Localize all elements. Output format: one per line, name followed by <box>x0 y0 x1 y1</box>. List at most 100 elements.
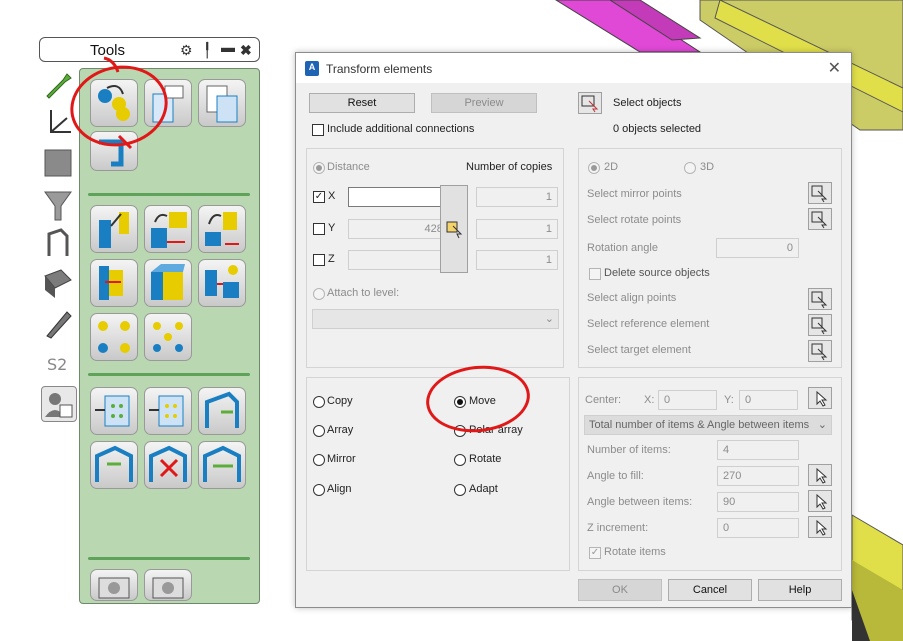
angle-between-field[interactable]: 90 <box>717 492 799 512</box>
help-button[interactable]: Help <box>758 579 842 601</box>
pin-icon[interactable]: ╿ <box>203 42 211 59</box>
grid-plate-2-tool-button[interactable] <box>144 387 192 435</box>
ok-button[interactable]: OK <box>578 579 662 601</box>
camera-tool-button[interactable] <box>90 569 138 601</box>
y-copies-field[interactable]: 1 <box>476 219 558 239</box>
column-beam-tool-button[interactable] <box>90 205 138 253</box>
copy-radio[interactable] <box>313 396 325 408</box>
2d-radio[interactable] <box>588 162 600 174</box>
pick-center-button[interactable] <box>808 387 832 409</box>
select-align-points-label: Select align points <box>587 292 677 304</box>
palette-separator <box>88 193 250 196</box>
select-reference-button[interactable] <box>808 314 832 336</box>
objects-selected-count: 0 objects selected <box>613 123 702 135</box>
align-move-tool-button[interactable] <box>198 259 246 307</box>
mirror-radio[interactable] <box>313 454 325 466</box>
x-copies-field[interactable]: 1 <box>476 187 558 207</box>
polar-method-value: Total number of items & Angle between it… <box>589 419 810 431</box>
select-mirror-points-button[interactable] <box>808 182 832 204</box>
select-rotate-points-label: Select rotate points <box>587 214 682 226</box>
z-label: Z <box>328 253 335 265</box>
rotate-items-label: Rotate items <box>604 546 666 558</box>
adapt-radio[interactable] <box>454 484 466 496</box>
attach-level-radio[interactable] <box>313 288 325 300</box>
dots-grid-tool-button[interactable] <box>90 313 138 361</box>
center-y-label: Y: <box>724 394 734 406</box>
polar-method-dropdown[interactable]: Total number of items & Angle between it… <box>584 415 832 435</box>
x-checkbox[interactable]: ✓ <box>313 191 325 203</box>
select-target-button[interactable] <box>808 340 832 362</box>
angle-fill-field[interactable]: 270 <box>717 466 799 486</box>
select-align-points-button[interactable] <box>808 288 832 310</box>
pick-distance-button[interactable] <box>440 185 468 273</box>
center-x-field[interactable]: 0 <box>658 390 717 410</box>
delete-source-checkbox[interactable] <box>589 268 601 280</box>
dialog-titlebar[interactable]: A Transform elements ✕ <box>296 53 851 83</box>
dots-pattern-tool-button[interactable] <box>144 313 192 361</box>
y-checkbox[interactable] <box>313 223 325 235</box>
2d-label: 2D <box>604 161 619 173</box>
funnel-icon[interactable] <box>41 188 75 222</box>
array-radio[interactable] <box>313 425 325 437</box>
copy-document-tool-button[interactable] <box>198 79 246 127</box>
number-items-label: Number of items: <box>587 444 671 456</box>
x-label: X <box>328 190 336 202</box>
3d-radio[interactable] <box>684 162 696 174</box>
reset-button[interactable]: Reset <box>309 93 415 113</box>
chevron-down-icon: ⌄ <box>817 419 827 431</box>
mirror-rotate-group: 2D 3D Select mirror points Select rotate… <box>578 148 842 368</box>
beam-icon[interactable] <box>41 266 75 300</box>
z-checkbox[interactable] <box>313 254 325 266</box>
pick-z-increment-button[interactable] <box>808 516 832 538</box>
camera-capture-tool-button[interactable] <box>144 569 192 601</box>
pick-angle-between-button[interactable] <box>808 490 832 512</box>
z-copies-field[interactable]: 1 <box>476 250 558 270</box>
attach-level-dropdown[interactable]: ⌄ <box>312 309 559 329</box>
preview-button[interactable]: Preview <box>431 93 537 113</box>
minimize-icon[interactable]: ▬ <box>221 39 235 55</box>
rotate-place-tool-button[interactable] <box>144 205 192 253</box>
frame-add-tool-button[interactable] <box>90 441 138 489</box>
delete-source-label: Delete source objects <box>604 267 710 279</box>
rotation-angle-field[interactable]: 0 <box>716 238 799 258</box>
align-radio[interactable] <box>313 484 325 496</box>
include-additional-checkbox[interactable] <box>312 124 324 136</box>
copy-label: Copy <box>327 395 353 407</box>
user-profile-icon[interactable] <box>41 386 77 422</box>
frame-merge-tool-button[interactable] <box>198 441 246 489</box>
grid-plate-tool-button[interactable] <box>90 387 138 435</box>
pick-angle-fill-button[interactable] <box>808 464 832 486</box>
app-logo-icon: A <box>305 61 319 76</box>
select-objects-button[interactable] <box>578 92 602 114</box>
y-label: Y <box>328 222 336 234</box>
s2-icon[interactable]: S2 <box>41 346 75 380</box>
box-section-tool-button[interactable] <box>144 259 192 307</box>
select-rotate-points-button[interactable] <box>808 208 832 230</box>
rotate-3d-tool-button[interactable] <box>198 205 246 253</box>
cancel-button[interactable]: Cancel <box>668 579 752 601</box>
center-label: Center: <box>585 394 622 406</box>
copies-header: Number of copies <box>466 161 553 173</box>
tools-palette-panel <box>79 68 260 604</box>
distance-radio[interactable] <box>313 162 325 174</box>
frame-connection-tool-button[interactable] <box>198 387 246 435</box>
adapt-label: Adapt <box>469 483 498 495</box>
block-icon[interactable] <box>41 146 75 180</box>
tools-palette-titlebar[interactable]: Tools ⚙ ╿ ▬ ✖ <box>39 37 260 62</box>
z-increment-field[interactable]: 0 <box>717 518 799 538</box>
wrench-icon[interactable] <box>41 68 75 102</box>
center-y-field[interactable]: 0 <box>739 390 798 410</box>
rotate-radio[interactable] <box>454 454 466 466</box>
distance-label: Distance <box>327 161 370 173</box>
close-icon[interactable]: ✕ <box>828 58 841 78</box>
pencil-icon[interactable] <box>41 306 75 340</box>
plate-insert-tool-button[interactable] <box>90 259 138 307</box>
number-items-field[interactable]: 4 <box>717 440 799 460</box>
bent-plate-icon[interactable] <box>41 226 75 260</box>
frame-delete-tool-button[interactable] <box>144 441 192 489</box>
gear-icon[interactable]: ⚙ <box>180 42 193 59</box>
rotate-label: Rotate <box>469 453 502 465</box>
select-mirror-points-label: Select mirror points <box>587 188 682 200</box>
close-icon[interactable]: ✖ <box>240 42 252 59</box>
rotate-items-checkbox[interactable]: ✓ <box>589 547 601 559</box>
